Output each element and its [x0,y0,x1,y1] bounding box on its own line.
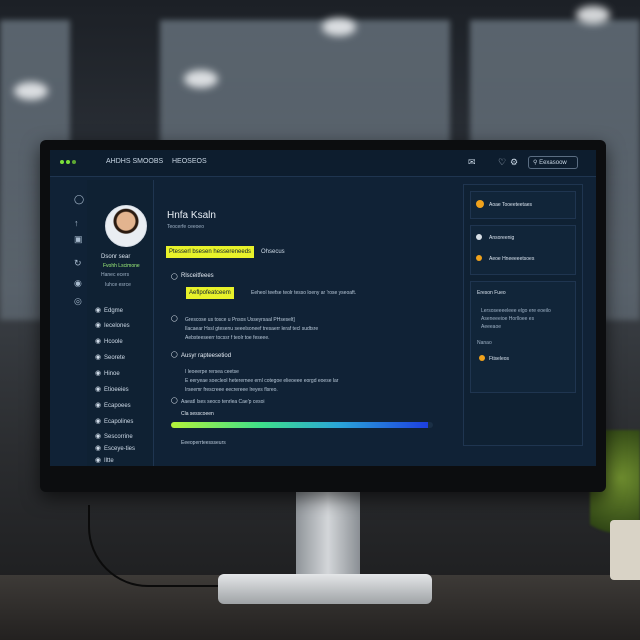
monitor-screen: AHDHS SMOOBS HEOSEOS ✉ ♡ ⚙ ⚲ Eexasoow ◯ … [50,150,596,466]
window-dot [60,160,64,164]
sidebar-item-grid[interactable]: ◉ Seorete [95,353,125,363]
user-icon: ◉ [95,322,102,329]
section-1-title: Rlsceitfeees [181,273,214,279]
ceiling-light [184,70,218,88]
main-content: Hnfa Ksaln Teocerfe ceeoeo Ptesserl bses… [159,180,461,466]
card-label: Ansoreenig [489,235,515,241]
window-dot [66,160,70,164]
window-dot [72,160,76,164]
section-1-tag[interactable]: Aeflpofeatceem [186,287,234,299]
info-card[interactable]: Aoae Tooeeteetaes [470,191,576,219]
star-icon: ◉ [95,370,102,377]
sidebar-item-help[interactable]: ◉ Iltte [95,456,114,466]
profile-meta: Iuhce esrce [105,282,131,288]
section-icon: ◯ [171,398,178,404]
badge-icon [476,234,482,240]
page-subtitle: Teocerfe ceeoeo [167,224,204,230]
section-3-title: Ausyr rapteesetiod [181,353,232,359]
notes-line: Lersoseeeeleee elgo ere eoeilo [481,308,551,314]
section-2-line: Aebsteeseerr tocssr f teolr toe feseee. [185,335,270,341]
settings-icon: ◉ [95,402,102,409]
sidebar-item-users[interactable]: ◉ Iecelones [95,321,130,331]
nav-item[interactable]: HEOSEOS [172,158,207,165]
notes-title: Ereson Fueo [477,290,506,296]
section-2-line: Ilacaear Hssl gtesenu seeelsoneef tresae… [185,326,319,332]
card-label: Aoae Tooeeteetaes [489,202,533,208]
avatar[interactable] [105,205,147,247]
section-icon: ◯ [171,352,178,358]
sidebar-item-link[interactable]: ◉ Sescorrine [95,432,133,442]
primary-tag[interactable]: Ptesserl bsesen hessereneeds [166,246,255,258]
app-brand: AHDHS SMOOBS [106,158,164,165]
progress-bar [171,422,433,428]
chat-icon[interactable]: ◯ [74,194,84,205]
notes-line: Aeeeaoe [481,324,502,330]
sidebar-item-key[interactable]: ◉ Esceye-ties [95,444,135,454]
secondary-tag[interactable]: Ohsecus [261,249,285,255]
section-2-line: Grescose us tosce u Pnsos Usseyrsaal PHs… [185,317,295,323]
plant-pot [610,520,640,580]
ceiling-light [14,82,48,100]
globe-icon[interactable]: ◎ [74,296,82,307]
profile-meta: Hanec ecers [101,272,130,278]
ceiling-light [322,18,356,36]
section-3-line: E eeryeae soecleol heterernee ernl coteg… [185,378,339,384]
list-icon: ◉ [95,386,102,393]
sidebar-item-folder[interactable]: ◉ Ecapolines [95,417,133,427]
sidebar-item-list[interactable]: ◉ Etioeeies [95,385,129,395]
progress-title: Aaeatl Ises seoco tenrlea Cae'p cesoi [181,399,265,405]
section-3-line: I leoeerpe rersea ceetse [185,369,239,375]
home-icon: ◉ [95,307,102,314]
info-card[interactable]: Ansoreenig Aeoe Hneeeeetsoes [470,225,576,275]
sidebar-item-home[interactable]: ◉ Edgme [95,306,123,316]
search-icon: ⚲ [533,160,538,166]
section-icon: ◯ [171,316,178,322]
section-1-text: Eeheol teefse teolr tesso loeny ar 'rose… [251,290,357,296]
monitor-stand-base [218,574,432,604]
profile-role: Fvohh Lscimone [103,263,140,269]
notes-link[interactable]: Nanao [477,340,492,346]
progress-footer: Eeeoperrteessseurs [181,440,226,446]
progress-label: Cla sesscoeen [181,411,214,417]
profile-sidebar: Dsonr sear Fvohh Lscimone Hanec ecers Iu… [87,180,154,466]
calendar-icon[interactable]: ▣ [74,234,83,245]
card-label: Aeoe Hneeeeetsoes [489,256,535,262]
section-icon: ◯ [171,274,178,280]
grid-icon: ◉ [95,354,102,361]
badge-icon [479,355,485,361]
sidebar-item-chart[interactable]: ◉ Hcoole [95,337,123,347]
section-3-line: Irseemr frescreee eecrereee lreyes flsre… [185,387,278,393]
right-panel: Aoae Tooeeteetaes Ansoreenig Aeoe Hneeee… [463,184,583,446]
topbar-button-label: Eexasoow [539,160,567,166]
lock-icon[interactable]: ◉ [74,278,82,289]
folder-icon: ◉ [95,418,102,425]
notes-action[interactable]: Ftiseleos [489,356,509,362]
pin-icon[interactable]: ↑ [74,218,79,228]
progress-fill [171,422,428,428]
ceiling-light [576,6,610,24]
bell-icon[interactable]: ♡ [498,157,506,168]
badge-icon [476,200,484,208]
link-icon: ◉ [95,433,102,440]
profile-name: Dsonr sear [101,254,131,260]
notes-card: Ereson Fueo Lersoseeeeleee elgo ere eoei… [470,281,576,393]
sidebar-item-settings[interactable]: ◉ Ecapoees [95,401,131,411]
topbar-button[interactable]: ⚲ Eexasoow [528,156,578,169]
top-bar: AHDHS SMOOBS HEOSEOS ✉ ♡ ⚙ ⚲ Eexasoow [50,150,596,177]
sidebar-item-star[interactable]: ◉ Hinoe [95,369,120,379]
settings-icon[interactable]: ⚙ [510,157,518,168]
key-icon: ◉ [95,445,102,452]
chart-icon: ◉ [95,338,102,345]
notification-icon[interactable]: ✉ [468,157,476,168]
page-title: Hnfa Ksaln [167,210,216,221]
help-icon: ◉ [95,457,102,464]
badge-icon [476,255,482,261]
monitor-stand-neck [296,490,360,580]
refresh-icon[interactable]: ↻ [74,258,82,269]
notes-line: Aseneeeioe Horlloee es [481,316,535,322]
